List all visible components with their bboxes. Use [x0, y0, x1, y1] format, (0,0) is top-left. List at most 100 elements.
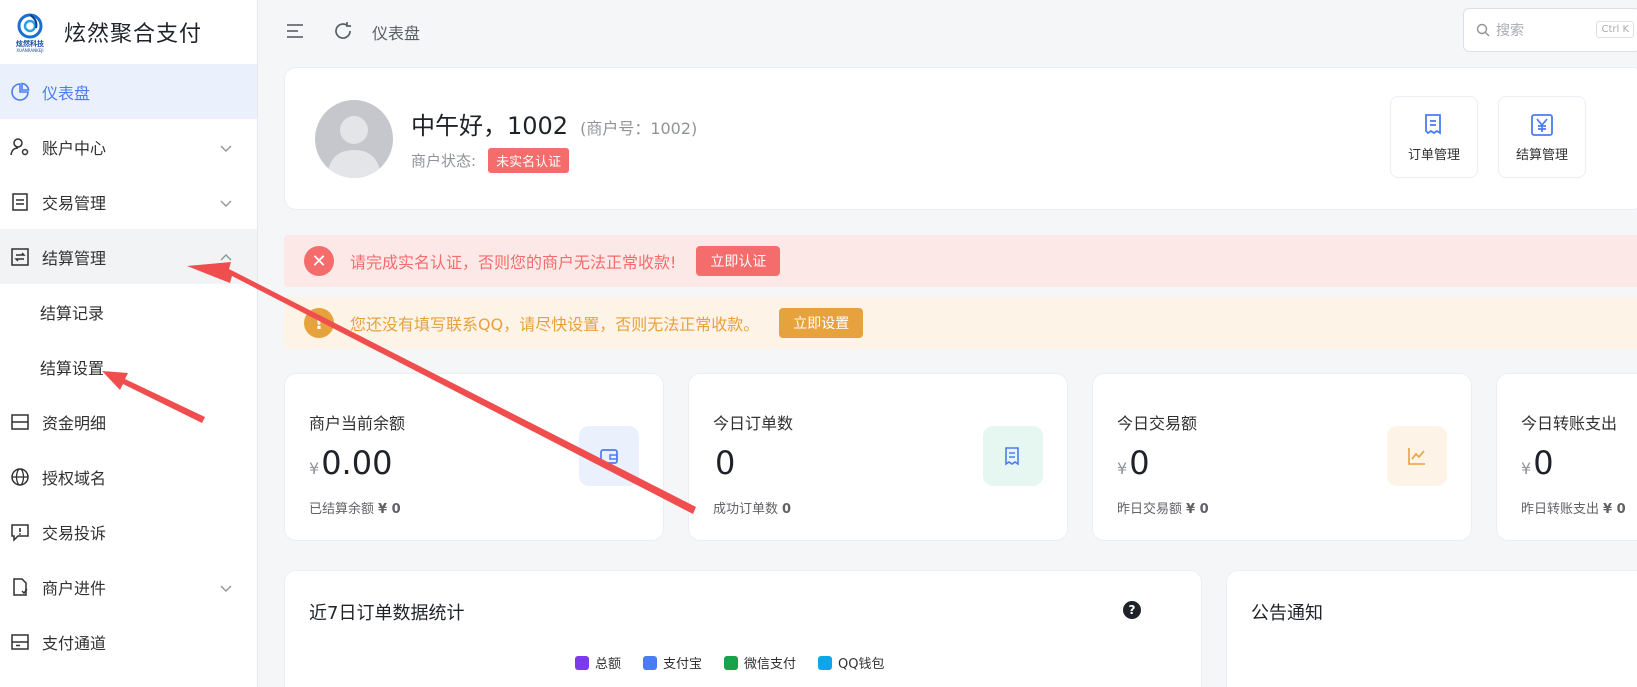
- quick-link-orders[interactable]: 订单管理: [1390, 96, 1478, 178]
- sidebar-subitem-settlement-settings[interactable]: 结算设置: [0, 339, 257, 394]
- legend-swatch: [818, 655, 833, 670]
- order-icon: [983, 426, 1043, 486]
- verify-now-button[interactable]: 立即认证: [696, 246, 781, 276]
- stat-number: 0: [1533, 444, 1554, 482]
- brand[interactable]: 炫然科技 XUANRANKEJI 炫然聚合支付: [0, 0, 257, 64]
- logo-en-text: XUANRANKEJI: [16, 47, 44, 53]
- sidebar-item-label: 支付通道: [42, 633, 107, 653]
- trend-icon: [1387, 426, 1447, 486]
- settlement-icon: [10, 247, 30, 267]
- legend-label: 微信支付: [744, 657, 797, 672]
- sidebar-item-merchant-onboarding[interactable]: 商户进件: [0, 559, 257, 614]
- stat-number: 0.00: [321, 444, 393, 482]
- sidebar-subitem-label: 结算设置: [40, 358, 105, 378]
- chevron-up-icon: [219, 250, 233, 264]
- sidebar-subitem-label: 结算记录: [40, 303, 105, 323]
- warning-icon: !: [304, 308, 334, 338]
- wallet-icon: [10, 412, 30, 432]
- stat-number: 0: [1129, 444, 1150, 482]
- stat-subtext: 已结算余额 ¥ 0: [309, 498, 401, 517]
- help-icon[interactable]: ?: [1123, 601, 1141, 619]
- stat-card-volume: 今日交易额 ¥0 昨日交易额 ¥ 0: [1092, 373, 1472, 541]
- stat-sub-value: ¥ 0: [1186, 502, 1209, 517]
- legend-item-total[interactable]: 总额: [575, 653, 621, 672]
- stat-subtext: 昨日转账支出 ¥ 0: [1521, 498, 1626, 517]
- stat-title: 今日转账支出: [1521, 414, 1618, 433]
- sidebar-item-payment-channels[interactable]: 支付通道: [0, 614, 257, 669]
- legend-swatch: [724, 655, 739, 670]
- search-icon: [1476, 23, 1490, 37]
- logo-cn-text: 炫然科技: [16, 39, 44, 48]
- document-icon: [10, 192, 30, 212]
- set-now-button[interactable]: 立即设置: [779, 308, 864, 338]
- stat-value: ¥0.00: [309, 444, 392, 482]
- card-title: 公告通知: [1251, 603, 1323, 624]
- stat-title: 今日订单数: [713, 414, 794, 433]
- pie-chart-icon: [10, 82, 30, 102]
- sidebar-item-authorized-domains[interactable]: 授权域名: [0, 449, 257, 504]
- greeting-text: 中午好，1002: [411, 112, 569, 140]
- card-title: 近7日订单数据统计: [309, 603, 465, 624]
- sidebar-item-settlement[interactable]: 结算管理: [0, 229, 257, 284]
- qq-alert: ! 您还没有填写联系QQ，请尽快设置，否则无法正常收款。 立即设置: [284, 297, 1637, 349]
- stat-value: ¥0: [1521, 444, 1554, 482]
- sidebar-item-transactions[interactable]: 交易管理: [0, 174, 257, 229]
- stat-sub-label: 昨日交易额: [1117, 502, 1183, 517]
- legend-item-wechat[interactable]: 微信支付: [724, 653, 796, 672]
- currency-symbol: ¥: [1521, 459, 1532, 478]
- legend-label: QQ钱包: [838, 657, 885, 672]
- stat-value: 0: [713, 444, 735, 482]
- chart-legend: 总额 支付宝 微信支付 QQ钱包: [575, 653, 907, 672]
- breadcrumb[interactable]: 仪表盘: [372, 20, 420, 44]
- menu-toggle-icon[interactable]: [284, 20, 308, 44]
- search-input[interactable]: 搜索 Ctrl K: [1463, 8, 1637, 52]
- brand-title: 炫然聚合支付: [64, 22, 203, 47]
- refresh-icon[interactable]: [332, 20, 356, 44]
- sidebar-item-fund-details[interactable]: 资金明细: [0, 394, 257, 449]
- stat-subtext: 昨日交易额 ¥ 0: [1117, 498, 1209, 517]
- brand-logo: 炫然科技 XUANRANKEJI: [10, 10, 50, 54]
- sidebar-item-dashboard[interactable]: 仪表盘: [0, 64, 257, 119]
- sidebar-item-label: 交易投诉: [42, 523, 107, 543]
- stat-subtext: 成功订单数 0: [713, 498, 791, 517]
- sidebar-item-label: 仪表盘: [42, 83, 91, 103]
- stat-sub-value: ¥ 0: [1603, 502, 1626, 517]
- logo-icon: [17, 13, 43, 38]
- sidebar-menu: 仪表盘 账户中心 交易管理 结算管理 结算记录 结算设置 资金明细 授权域名 交…: [0, 64, 257, 669]
- stat-card-orders: 今日订单数 0 成功订单数 0: [688, 373, 1068, 541]
- shortcut-hint: Ctrl K: [1596, 21, 1634, 38]
- stat-number: 0: [715, 444, 736, 482]
- legend-item-alipay[interactable]: 支付宝: [643, 653, 702, 672]
- sidebar: 炫然科技 XUANRANKEJI 炫然聚合支付 仪表盘 账户中心 交易管理 结算…: [0, 0, 258, 687]
- merchant-status: 商户状态: 未实名认证: [411, 148, 570, 173]
- currency-symbol: ¥: [1117, 459, 1128, 478]
- quick-link-settlement[interactable]: 结算管理: [1498, 96, 1586, 178]
- search-placeholder: 搜索: [1496, 23, 1524, 39]
- wallet-icon: [579, 426, 639, 486]
- legend-label: 支付宝: [663, 657, 703, 672]
- status-label: 商户状态:: [411, 152, 477, 170]
- channel-icon: [10, 632, 30, 652]
- stat-card-balance: 商户当前余额 ¥0.00 已结算余额 ¥ 0: [284, 373, 664, 541]
- order-icon: [1425, 113, 1441, 135]
- quick-link-label: 结算管理: [1515, 147, 1568, 163]
- legend-item-qqwallet[interactable]: QQ钱包: [818, 653, 885, 672]
- sidebar-subitem-settlement-records[interactable]: 结算记录: [0, 284, 257, 339]
- legend-label: 总额: [595, 657, 622, 672]
- yen-icon: [1531, 113, 1553, 136]
- legend-swatch: [575, 655, 589, 670]
- stat-title: 今日交易额: [1117, 414, 1198, 433]
- user-settings-icon: [10, 137, 30, 157]
- topbar: 仪表盘 搜索 Ctrl K: [258, 0, 1637, 64]
- sidebar-item-account-center[interactable]: 账户中心: [0, 119, 257, 174]
- stat-title: 商户当前余额: [309, 414, 406, 433]
- complaint-icon: [10, 522, 30, 542]
- legend-swatch: [643, 655, 658, 670]
- sidebar-item-complaints[interactable]: 交易投诉: [0, 504, 257, 559]
- avatar[interactable]: [315, 100, 393, 178]
- alert-text: 请完成实名认证，否则您的商户无法正常收款!: [350, 253, 677, 272]
- sidebar-item-label: 结算管理: [42, 248, 107, 268]
- stat-sub-label: 已结算余额: [309, 502, 375, 517]
- status-badge: 未实名认证: [488, 148, 570, 173]
- stat-sub-value: ¥ 0: [378, 502, 401, 517]
